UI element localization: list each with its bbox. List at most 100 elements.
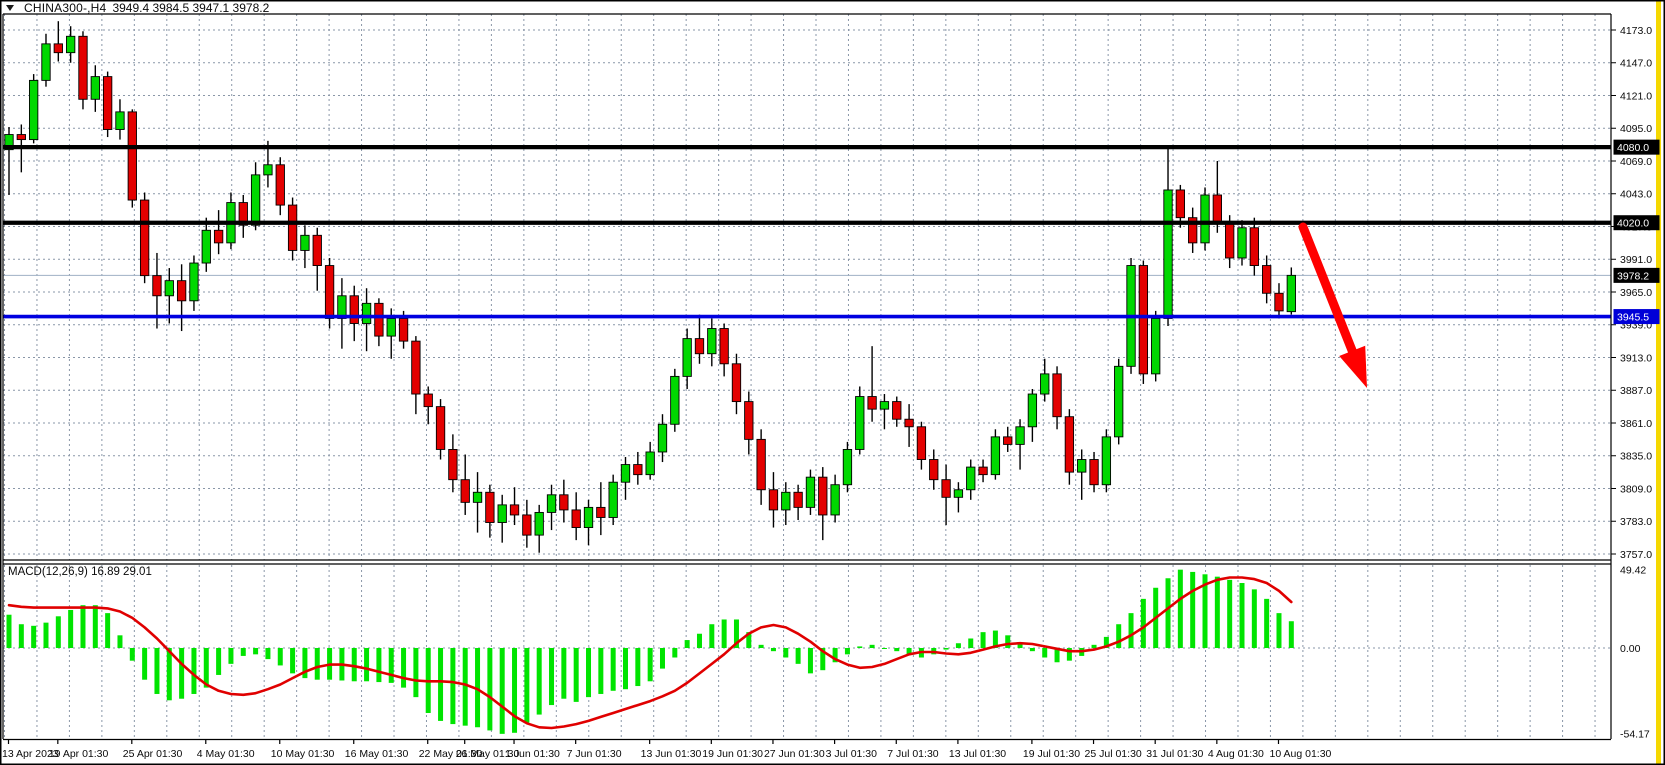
time-tick-label: 19 Jun 01:30 [702, 748, 763, 760]
candle-bull [646, 452, 654, 475]
macd-bar [105, 613, 110, 648]
macd-bar [882, 648, 887, 649]
price-tick-label: 3809.0 [1620, 483, 1652, 495]
price-tick-label: 4147.0 [1620, 58, 1652, 70]
macd-bar [413, 648, 418, 697]
candle-bull [584, 507, 592, 527]
candle-bull [498, 505, 506, 523]
macd-bar [315, 648, 320, 680]
macd-bar [709, 624, 714, 648]
candle-bull [1102, 437, 1110, 485]
candle-bear [769, 490, 777, 510]
candle-bear [128, 112, 136, 200]
candle-bull [1028, 394, 1036, 427]
candle-bear [930, 460, 938, 480]
price-tick-label: 3835.0 [1620, 451, 1652, 463]
candle-bull [547, 495, 555, 513]
candle-bull [806, 477, 814, 507]
macd-bar [1264, 599, 1269, 648]
time-tick-label: 16 May 01:30 [345, 748, 409, 760]
candle-bear [424, 394, 432, 407]
candle-bull [362, 303, 370, 323]
candle-bull [264, 165, 272, 175]
price-tick-label: 4095.0 [1620, 123, 1652, 135]
macd-bar [623, 648, 628, 689]
candle-bear [399, 318, 407, 341]
macd-bar [216, 648, 221, 675]
macd-bar [191, 648, 196, 694]
time-tick-label: 10 Aug 01:30 [1269, 748, 1331, 760]
price-badge-label: 3978.2 [1617, 270, 1649, 282]
time-tick-label: 19 Apr 01:30 [49, 748, 109, 760]
candle-bear [1225, 223, 1233, 258]
macd-bar [179, 648, 184, 699]
candle-bear [745, 402, 753, 440]
macd-bar [561, 648, 566, 699]
price-badge-label: 3945.5 [1617, 312, 1649, 324]
time-tick-label: 19 Jul 01:30 [1023, 748, 1080, 760]
macd-bar [660, 648, 665, 669]
price-tick-label: 3965.0 [1620, 287, 1652, 299]
macd-bar [697, 634, 702, 648]
candle-bull [658, 424, 666, 452]
price-tick-label: 3861.0 [1620, 418, 1652, 430]
macd-bar [1289, 621, 1294, 648]
candle-bear [461, 480, 469, 503]
macd-bar [968, 638, 973, 648]
time-tick-label: 27 Jun 01:30 [764, 748, 825, 760]
macd-bar [56, 616, 61, 648]
chart-canvas[interactable]: 4173.04147.04121.04095.04069.04043.04017… [0, 0, 1665, 765]
macd-tick-label: 49.42 [1620, 564, 1646, 576]
macd-bar [1190, 572, 1195, 648]
macd-bar [635, 648, 640, 686]
macd-bar [1252, 589, 1257, 648]
candle-bull [831, 485, 839, 515]
symbol-dropdown-icon[interactable] [6, 5, 14, 11]
candle-bear [720, 329, 728, 364]
macd-bar [450, 648, 455, 724]
macd-bar [1030, 648, 1035, 651]
macd-bar [253, 648, 258, 654]
candle-bull [190, 263, 198, 301]
macd-bar [80, 605, 85, 648]
candle-bear [523, 515, 531, 535]
candle-bull [301, 235, 309, 250]
candle-bear [757, 439, 765, 489]
macd-bar [31, 626, 36, 648]
candle-bear [1065, 417, 1073, 472]
candle-bear [54, 44, 62, 53]
candle-bear [572, 510, 580, 528]
candle-bear [486, 492, 494, 522]
time-tick-label: 4 Aug 01:30 [1208, 748, 1264, 760]
candle-bull [708, 329, 716, 354]
macd-bar [154, 648, 159, 694]
macd-bar [500, 648, 505, 734]
candle-bull [535, 512, 543, 535]
ohlc-values: 3949.4 3984.5 3947.1 3978.2 [112, 1, 269, 15]
macd-bar [1166, 578, 1171, 648]
macd-bar [549, 648, 554, 705]
candle-bear [177, 281, 185, 301]
candle-bear [695, 339, 703, 354]
candle-bull [473, 492, 481, 502]
chart-header: CHINA300-,H4 3949.4 3984.5 3947.1 3978.2 [6, 1, 269, 14]
candle-bull [671, 376, 679, 424]
macd-bar [598, 648, 603, 694]
candle-bull [621, 465, 629, 483]
macd-bar [7, 615, 12, 648]
candle-bull [1151, 318, 1159, 373]
candle-bull [782, 492, 790, 510]
candle-bear [276, 165, 284, 205]
macd-tick-label: 0.00 [1620, 643, 1641, 655]
candle-bear [905, 419, 913, 427]
candle-bear [1090, 460, 1098, 485]
candle-bull [387, 318, 395, 336]
macd-bar [364, 648, 369, 681]
candle-bear [868, 397, 876, 410]
time-tick-label: 13 Jul 01:30 [949, 748, 1006, 760]
candle-bear [350, 296, 358, 324]
candle-bear [325, 266, 333, 319]
mt4-chart-window: 4173.04147.04121.04095.04069.04043.04017… [0, 0, 1665, 765]
candle-bear [634, 465, 642, 475]
candle-bear [597, 507, 605, 517]
